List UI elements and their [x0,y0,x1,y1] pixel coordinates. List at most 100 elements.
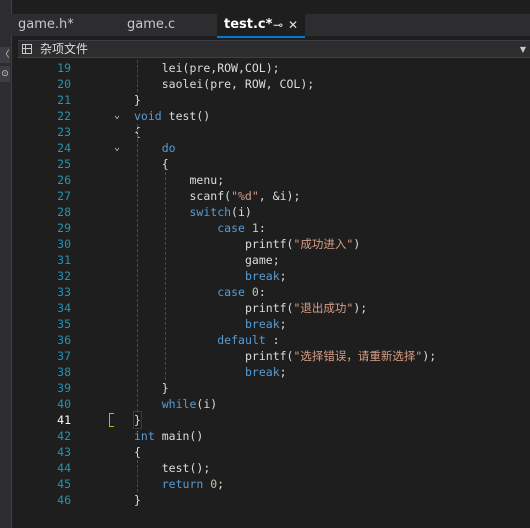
code-text: test(); [161,461,211,475]
code-text: } [161,381,169,395]
editor-window: 〈 ⊙ game.h* game.c test.c* ⊸ ✕ 杂项文件 ▼ 19… [0,0,530,528]
code-text: game; [245,253,280,267]
fold-toggle-icon[interactable]: ⌄ [114,140,124,156]
code-text: printf("选择错误，请重新选择"); [245,349,437,363]
line-number: 33 [57,285,71,299]
code-line[interactable]: 39 } [18,380,530,396]
strip-button-toolbox[interactable]: ⊙ [0,66,10,82]
code-line[interactable]: 30 printf("成功进入") [18,236,530,252]
code-line[interactable]: 38 break; [18,364,530,380]
code-text: break; [245,269,287,283]
code-text: int main() [134,429,204,443]
line-number: 46 [57,493,71,507]
line-number: 24 [57,141,71,155]
code-line[interactable]: 32 break; [18,268,530,284]
chevron-down-icon[interactable]: ▼ [520,41,526,58]
code-line[interactable]: 40 while(i) [18,396,530,412]
code-text: switch(i) [189,205,252,219]
code-text: } [133,411,142,429]
code-line[interactable]: 19 lei(pre,ROW,COL); [18,60,530,76]
code-text: } [134,493,141,507]
left-tool-strip: 〈 ⊙ [0,0,12,528]
code-line[interactable]: 20 saolei(pre, ROW, COL); [18,76,530,92]
line-number: 41 [57,413,71,427]
indent-guide [137,124,138,412]
code-text: } [134,93,141,107]
code-text: menu; [189,173,225,187]
indent-guide [137,460,138,492]
code-line[interactable]: 27 scanf("%d", &i); [18,188,530,204]
code-text: { [161,157,169,171]
code-line[interactable]: 22 ⌄ void test() [18,108,530,124]
code-line[interactable]: 23{ [18,124,530,140]
fold-toggle-icon[interactable]: ⌄ [114,108,124,124]
line-number: 25 [57,157,71,171]
tab-game-h[interactable]: game.h* [11,14,116,36]
code-text: case 0: [217,285,266,299]
code-text: case 1: [217,221,266,235]
code-line[interactable]: 44 test(); [18,460,530,476]
line-number: 38 [57,365,71,379]
code-line[interactable]: 46} [18,492,530,508]
code-line[interactable]: 33 case 0: [18,284,530,300]
code-text: lei(pre,ROW,COL); [161,61,280,75]
current-line-marker [109,413,114,427]
code-text: while(i) [161,397,218,411]
line-number: 19 [57,61,71,75]
code-line[interactable]: 21} [18,92,530,108]
code-text: scanf("%d", &i); [189,189,301,203]
document-tab-bar: game.h* game.c test.c* ⊸ ✕ [11,14,530,36]
code-line[interactable]: 36 default : [18,332,530,348]
line-number: 26 [57,173,71,187]
tab-test-c[interactable]: test.c* ⊸ ✕ [217,14,305,36]
indent-guide [165,172,166,380]
strip-button-collapse[interactable]: 〈 [0,47,10,63]
indent-guide [137,60,138,92]
code-editor[interactable]: 19 lei(pre,ROW,COL); 20 saolei(pre, ROW, … [18,60,530,528]
navigation-bar[interactable]: 杂项文件 ▼ [18,40,530,58]
code-text: return 0; [161,477,225,491]
line-number: 42 [57,429,71,443]
tab-label: game.c [127,17,176,32]
code-text: printf("成功进入") [245,237,361,251]
code-line[interactable]: 42 int main() [18,428,530,444]
line-number: 44 [57,461,71,475]
code-text: printf("退出成功"); [245,301,368,315]
close-icon[interactable]: ✕ [288,14,298,36]
line-number: 23 [57,125,71,139]
code-text: do [161,141,176,155]
line-number: 31 [57,253,71,267]
code-text: break; [245,365,287,379]
scope-dropdown-label: 杂项文件 [40,42,89,56]
line-number: 36 [57,333,71,347]
code-line[interactable]: 31 game; [18,252,530,268]
code-line[interactable]: 25 { [18,156,530,172]
code-line[interactable]: 45 return 0; [18,476,530,492]
code-line[interactable]: 28 switch(i) [18,204,530,220]
tab-game-c[interactable]: game.c [120,14,217,36]
line-number: 34 [57,301,71,315]
code-line[interactable]: 41} [18,411,530,429]
code-line[interactable]: 35 break; [18,316,530,332]
active-tab-indicator [217,36,305,38]
line-number: 20 [57,77,71,91]
pin-icon[interactable]: ⊸ [273,14,283,36]
line-number: 21 [57,93,71,107]
line-number: 30 [57,237,71,251]
line-number: 37 [57,349,71,363]
code-line[interactable]: 43 { [18,444,530,460]
line-number: 32 [57,269,71,283]
code-line[interactable]: 24 ⌄ do [18,140,530,156]
code-text: saolei(pre, ROW, COL); [161,77,315,91]
code-line[interactable]: 34 printf("退出成功"); [18,300,530,316]
code-line[interactable]: 29 case 1: [18,220,530,236]
code-line[interactable]: 37 printf("选择错误，请重新选择"); [18,348,530,364]
line-number: 35 [57,317,71,331]
code-text: void test() [134,109,211,123]
line-number: 43 [57,445,71,459]
tab-label: test.c* [224,17,273,32]
code-text: break; [245,317,287,331]
code-line[interactable]: 26 menu; [18,172,530,188]
line-number: 45 [57,477,71,491]
tab-label: game.h* [18,17,74,32]
